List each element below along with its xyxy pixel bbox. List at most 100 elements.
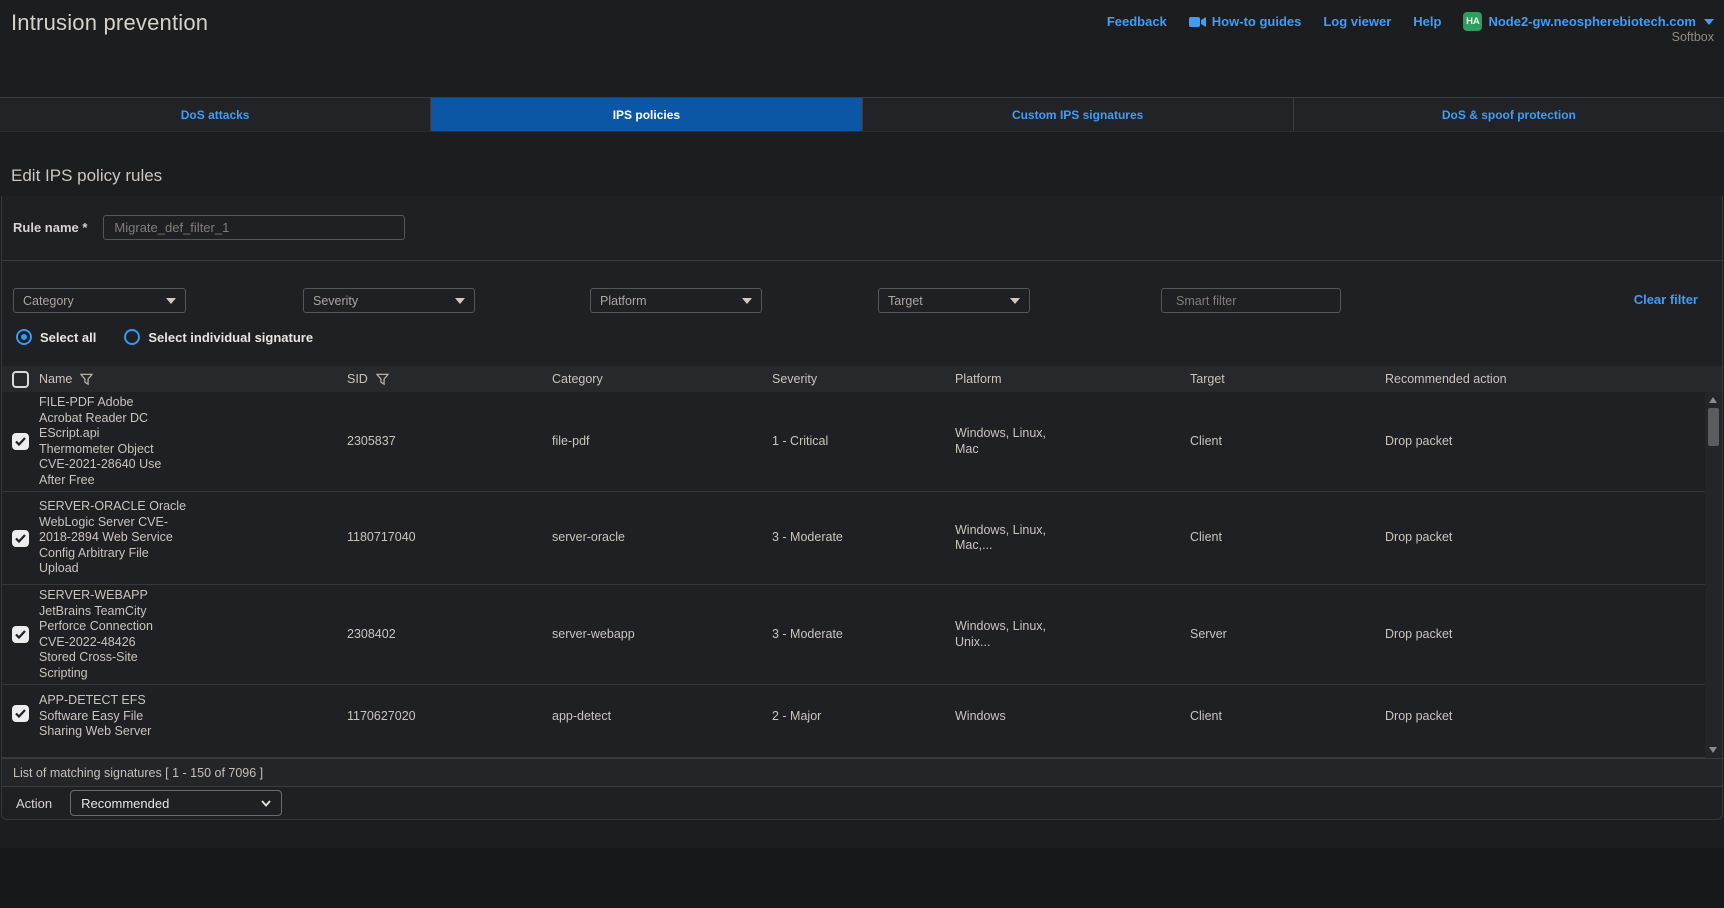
table-row[interactable]: SERVER-ORACLE Oracle WebLogic Server CVE…: [2, 492, 1705, 585]
smart-filter-box: [1161, 288, 1341, 313]
column-header-category: Category: [552, 372, 603, 386]
scroll-down-icon[interactable]: [1709, 747, 1717, 753]
target-dropdown-label: Target: [888, 294, 923, 308]
top-nav: Feedback How-to guides Log viewer Help H…: [1107, 12, 1714, 31]
table-row[interactable]: APP-DETECT EFS Software Easy File Sharin…: [2, 685, 1705, 758]
intrusion-prevention-page: Intrusion prevention Feedback How-to gui…: [0, 0, 1724, 908]
table-row[interactable]: FILE-PDF Adobe Acrobat Reader DC EScript…: [2, 392, 1705, 492]
cell-name: SERVER-WEBAPP JetBrains TeamCity Perforc…: [39, 588, 347, 681]
matching-signatures-summary: List of matching signatures [ 1 - 150 of…: [13, 766, 263, 780]
select-individual-label: Select individual signature: [148, 330, 313, 345]
select-all-checkbox[interactable]: [12, 371, 29, 388]
device-menu[interactable]: HA Node2-gw.neospherebiotech.com: [1463, 12, 1714, 31]
chevron-down-icon: [261, 798, 271, 808]
cell-sid: 1170627020: [347, 709, 552, 725]
clear-filter-link[interactable]: Clear filter: [1634, 292, 1698, 307]
page-title: Intrusion prevention: [11, 10, 208, 36]
tab-ips-policies[interactable]: IPS policies: [431, 98, 862, 131]
bottom-strip: [0, 848, 1724, 908]
row-checkbox[interactable]: [12, 705, 29, 722]
select-all-label: Select all: [40, 330, 96, 345]
howto-guides-label: How-to guides: [1212, 14, 1302, 29]
row-checkbox[interactable]: [12, 433, 29, 450]
cell-platform: Windows, Linux, Mac,...: [955, 523, 1190, 554]
cell-platform: Windows, Linux, Mac: [955, 426, 1190, 457]
tab-dos-attacks[interactable]: DoS attacks: [0, 98, 431, 131]
selection-mode-row: Select all Select individual signature: [16, 327, 313, 347]
help-link[interactable]: Help: [1413, 14, 1441, 29]
radio-unselected-icon: [124, 329, 140, 345]
cell-target: Client: [1190, 434, 1385, 450]
tab-bar: DoS attacks IPS policies Custom IPS sign…: [0, 97, 1724, 132]
tab-custom-ips-signatures[interactable]: Custom IPS signatures: [863, 98, 1294, 131]
cell-severity: 3 - Moderate: [772, 627, 955, 643]
divider: [2, 260, 1722, 261]
tab-label: IPS policies: [613, 108, 680, 122]
column-header-name: Name: [39, 372, 72, 386]
filter-row: Category Severity Platform Target Clear …: [2, 288, 1722, 314]
radio-selected-icon: [16, 329, 32, 345]
cell-name: SERVER-ORACLE Oracle WebLogic Server CVE…: [39, 499, 347, 577]
cell-sid: 2308402: [347, 627, 552, 643]
smart-filter-input[interactable]: [1176, 294, 1337, 308]
table-header: Name SID Category Severity Platform Targ…: [2, 366, 1722, 392]
cell-name: APP-DETECT EFS Software Easy File Sharin…: [39, 693, 347, 740]
cell-category: server-oracle: [552, 530, 772, 546]
severity-dropdown[interactable]: Severity: [303, 288, 475, 313]
column-header-sid: SID: [347, 372, 368, 386]
help-label: Help: [1413, 14, 1441, 29]
column-header-platform: Platform: [955, 372, 1002, 386]
category-dropdown[interactable]: Category: [13, 288, 186, 313]
funnel-icon[interactable]: [376, 373, 389, 386]
cell-name: FILE-PDF Adobe Acrobat Reader DC EScript…: [39, 395, 347, 488]
select-all-option[interactable]: Select all: [16, 329, 96, 345]
rule-name-input[interactable]: [103, 215, 405, 240]
cell-recommended-action: Drop packet: [1385, 434, 1705, 450]
category-dropdown-label: Category: [23, 294, 74, 308]
platform-dropdown[interactable]: Platform: [590, 288, 762, 313]
log-viewer-link[interactable]: Log viewer: [1323, 14, 1391, 29]
target-dropdown[interactable]: Target: [878, 288, 1030, 313]
section-title: Edit IPS policy rules: [11, 166, 162, 186]
row-checkbox[interactable]: [12, 626, 29, 643]
scrollbar-thumb[interactable]: [1708, 408, 1719, 446]
edit-ips-policy-panel: Rule name * Category Severity Platform T…: [1, 196, 1723, 820]
scroll-up-icon[interactable]: [1709, 397, 1717, 403]
howto-guides-link[interactable]: How-to guides: [1189, 14, 1302, 29]
tab-label: DoS attacks: [181, 108, 250, 122]
rule-name-label: Rule name *: [13, 220, 87, 235]
column-header-target: Target: [1190, 372, 1225, 386]
funnel-icon[interactable]: [80, 373, 93, 386]
feedback-link[interactable]: Feedback: [1107, 14, 1167, 29]
column-header-severity: Severity: [772, 372, 817, 386]
table-scrollbar[interactable]: [1705, 392, 1722, 758]
cell-severity: 1 - Critical: [772, 434, 955, 450]
log-viewer-label: Log viewer: [1323, 14, 1391, 29]
action-select[interactable]: Recommended: [70, 790, 282, 816]
table-row[interactable]: SERVER-WEBAPP JetBrains TeamCity Perforc…: [2, 585, 1705, 685]
cell-severity: 3 - Moderate: [772, 530, 955, 546]
tab-label: Custom IPS signatures: [1012, 108, 1143, 122]
tab-dos-spoof-protection[interactable]: DoS & spoof protection: [1294, 98, 1724, 131]
chevron-down-icon: [455, 298, 465, 304]
table-footer: List of matching signatures [ 1 - 150 of…: [2, 758, 1722, 786]
tab-label: DoS & spoof protection: [1442, 108, 1576, 122]
row-checkbox[interactable]: [12, 530, 29, 547]
video-camera-icon: [1189, 16, 1206, 28]
cell-sid: 2305837: [347, 434, 552, 450]
cell-recommended-action: Drop packet: [1385, 627, 1705, 643]
action-row: Action Recommended: [2, 786, 1722, 819]
cell-recommended-action: Drop packet: [1385, 530, 1705, 546]
rule-name-row: Rule name *: [13, 214, 405, 240]
ha-badge: HA: [1463, 12, 1482, 31]
table-body: FILE-PDF Adobe Acrobat Reader DC EScript…: [2, 392, 1705, 758]
device-name: Node2-gw.neospherebiotech.com: [1488, 14, 1696, 29]
select-individual-option[interactable]: Select individual signature: [124, 329, 313, 345]
cell-sid: 1180717040: [347, 530, 552, 546]
chevron-down-icon: [1010, 298, 1020, 304]
brand-label: Softbox: [1672, 30, 1714, 44]
cell-platform: Windows: [955, 709, 1190, 725]
cell-target: Client: [1190, 709, 1385, 725]
cell-recommended-action: Drop packet: [1385, 709, 1705, 725]
cell-target: Client: [1190, 530, 1385, 546]
